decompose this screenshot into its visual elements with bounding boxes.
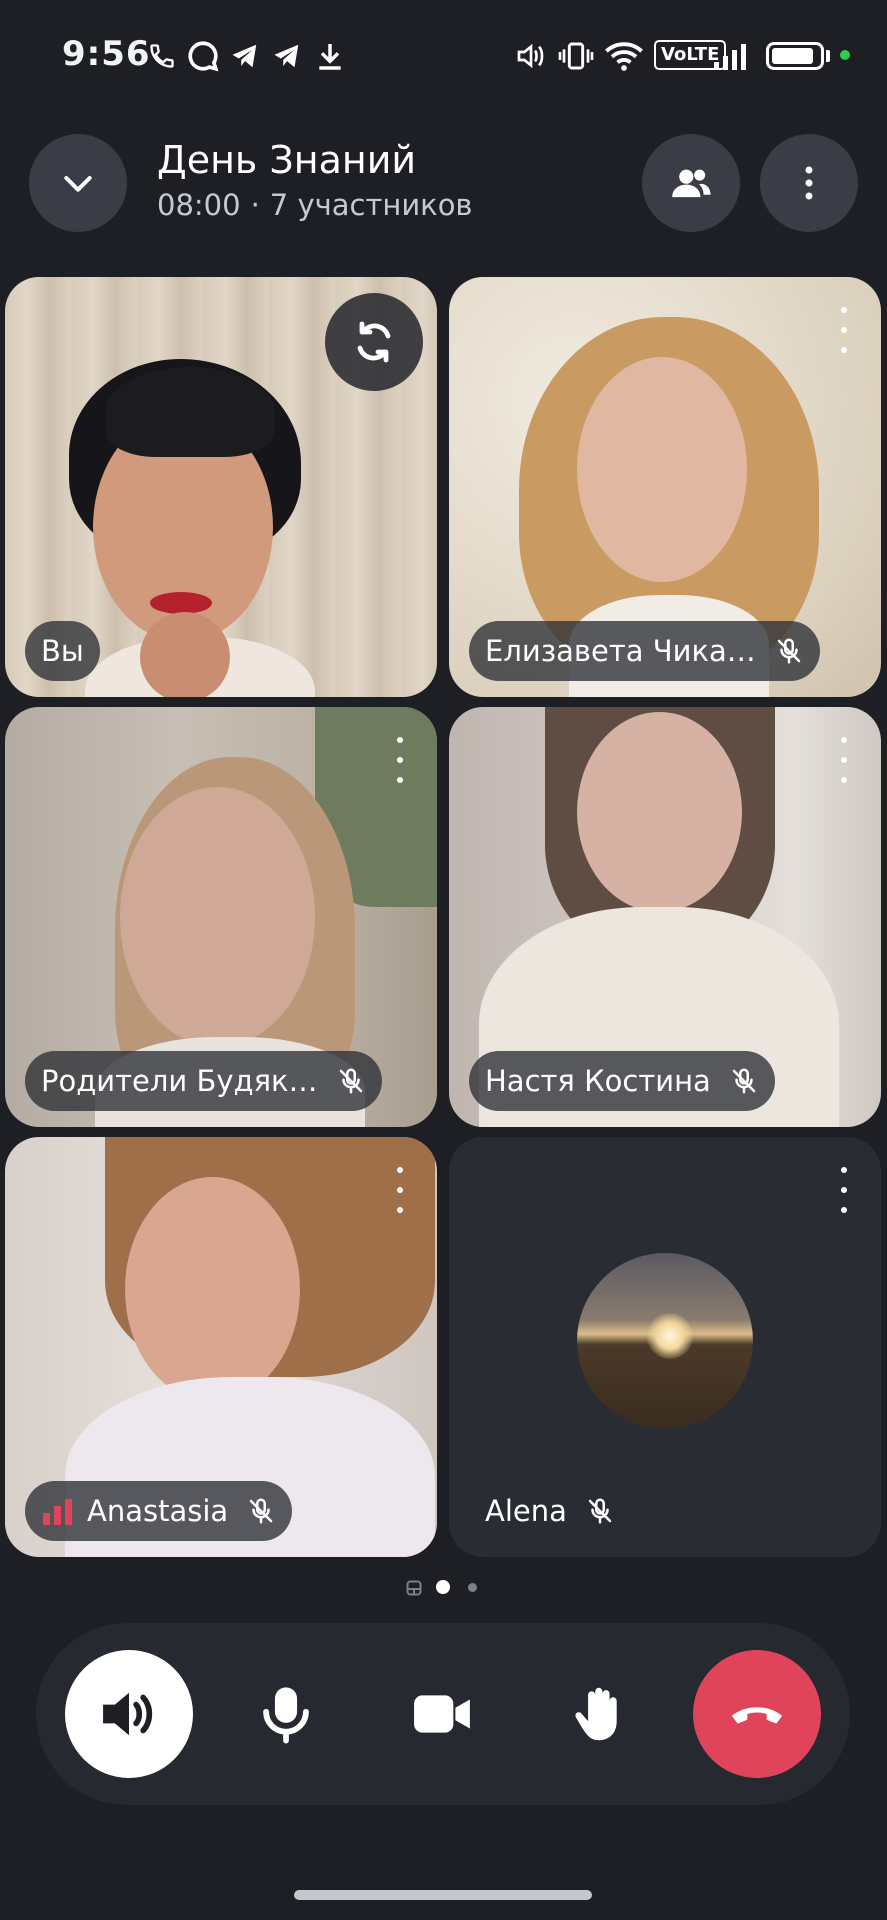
video-tile-participant[interactable]: Alena: [449, 1137, 881, 1557]
participant-video-face: [120, 787, 315, 1047]
tile-menu-icon[interactable]: [393, 737, 407, 783]
page-dot-active[interactable]: [436, 1580, 450, 1594]
video-tile-participant[interactable]: Елизавета Чика…: [449, 277, 881, 697]
participant-name: Елизавета Чика…: [485, 634, 756, 668]
separator: ·: [250, 188, 260, 222]
tile-menu-icon[interactable]: [837, 1167, 851, 1213]
video-tile-self[interactable]: Вы: [5, 277, 437, 697]
raise-hand-icon: [575, 1687, 617, 1741]
speaker-icon: [103, 1692, 153, 1736]
battery-level: [772, 48, 814, 64]
self-video-lips: [150, 592, 212, 614]
participant-name: Вы: [41, 634, 84, 668]
home-indicator[interactable]: [294, 1890, 592, 1900]
call-title: День Знаний: [157, 138, 417, 182]
microphone-icon: [263, 1687, 309, 1744]
mic-off-icon: [585, 1496, 615, 1526]
mic-off-icon: [729, 1066, 759, 1096]
sunset-sun: [647, 1313, 693, 1359]
end-call-button[interactable]: [693, 1650, 821, 1778]
participant-name: Настя Костина: [485, 1064, 711, 1098]
speaker-icon: [514, 38, 548, 74]
microphone-button[interactable]: [222, 1650, 350, 1778]
participant-video-face: [125, 1177, 300, 1402]
participant-name-pill: Anastasia: [25, 1481, 293, 1541]
video-tile-participant[interactable]: Настя Костина: [449, 707, 881, 1127]
participant-name: Родители Будяк…: [41, 1064, 318, 1098]
participant-video-face: [577, 712, 742, 912]
participant-count: 7 участников: [269, 188, 473, 222]
video-tile-participant[interactable]: Anastasia: [5, 1137, 437, 1557]
participant-name: Alena: [485, 1494, 567, 1528]
video-tile-participant[interactable]: Родители Будяк…: [5, 707, 437, 1127]
mic-off-icon: [246, 1496, 276, 1526]
participant-name-pill: Елизавета Чика…: [469, 621, 820, 681]
participant-name: Anastasia: [87, 1494, 229, 1528]
download-icon: [314, 38, 346, 74]
flip-camera-button[interactable]: [325, 293, 423, 391]
kebab-menu-icon: [805, 166, 813, 200]
tile-menu-icon[interactable]: [837, 737, 851, 783]
people-icon: [672, 169, 711, 198]
status-bar: 9:56 VoLTE: [0, 0, 887, 112]
switch-camera-icon: [357, 321, 391, 363]
participants-button[interactable]: [642, 134, 740, 232]
participant-name-pill: Вы: [25, 621, 100, 681]
self-video-neck: [140, 612, 230, 697]
signal-icon: [712, 38, 754, 74]
mic-off-icon: [774, 636, 804, 666]
battery-icon: [766, 42, 824, 70]
tile-menu-icon[interactable]: [837, 307, 851, 353]
phone-icon: [148, 38, 176, 74]
weak-signal-icon: [41, 1497, 75, 1525]
call-time: 08:00: [157, 188, 241, 222]
participant-name-pill: Alena: [469, 1481, 631, 1541]
sunset-avatar: [577, 1253, 753, 1429]
telegram-icon: [270, 38, 304, 74]
mic-off-icon: [336, 1066, 366, 1096]
status-time: 9:56: [62, 34, 151, 74]
minimize-call-button[interactable]: [29, 134, 127, 232]
battery-tip: [826, 50, 830, 62]
more-options-button[interactable]: [760, 134, 858, 232]
telegram-icon: [228, 38, 262, 74]
participant-video-face: [577, 357, 747, 582]
grid-page-icon[interactable]: [406, 1580, 422, 1600]
participant-name-pill: Родители Будяк…: [25, 1051, 382, 1111]
chat-bubble-icon: [186, 38, 220, 74]
hang-up-icon: [731, 1707, 783, 1724]
page-dot[interactable]: [468, 1583, 477, 1592]
camera-button[interactable]: [379, 1650, 507, 1778]
chevron-down-icon: [64, 176, 92, 192]
call-subtitle: 08:00 · 7 участников: [157, 188, 473, 222]
page-indicator: [0, 1577, 887, 1597]
wifi-icon: [604, 38, 644, 74]
video-camera-icon: [414, 1695, 470, 1733]
self-video-fringe: [105, 367, 275, 457]
privacy-indicator: [840, 50, 850, 60]
vibrate-icon: [556, 38, 596, 74]
raise-hand-button[interactable]: [536, 1650, 664, 1778]
tile-menu-icon[interactable]: [393, 1167, 407, 1213]
participant-name-pill: Настя Костина: [469, 1051, 775, 1111]
call-controls: [36, 1623, 850, 1805]
speaker-button[interactable]: [65, 1650, 193, 1778]
